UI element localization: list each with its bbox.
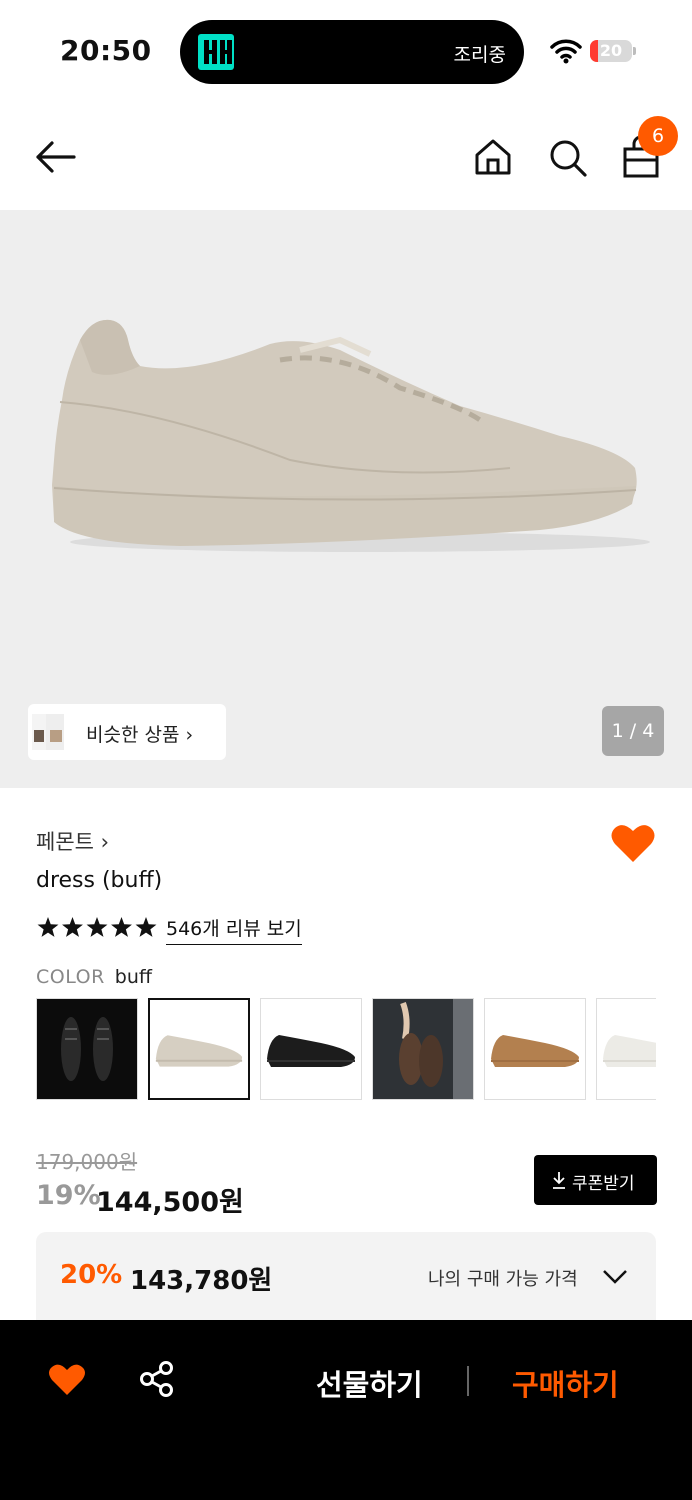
product-name: dress (buff) — [36, 868, 163, 893]
product-image — [52, 319, 650, 552]
dynamic-island[interactable]: 조리중 — [180, 20, 524, 84]
app-logo-icon — [198, 34, 234, 70]
color-value: buff — [114, 966, 152, 988]
product-image-gallery[interactable]: 비슷한 상품 › 1 / 4 — [0, 210, 692, 788]
my-price-label: 나의 구매 가능 가격 — [428, 1269, 578, 1290]
color-swatch-white[interactable] — [596, 998, 656, 1100]
wishlist-heart-icon[interactable] — [48, 1362, 86, 1398]
island-status-text: 조리중 — [453, 44, 506, 66]
share-icon[interactable] — [138, 1360, 176, 1398]
back-arrow-icon[interactable] — [34, 140, 78, 174]
chevron-right-icon: › — [185, 724, 194, 746]
home-icon[interactable] — [474, 138, 512, 176]
download-icon — [553, 1172, 565, 1189]
coupon-button-label: 쿠폰받기 — [572, 1174, 635, 1194]
cart-count-badge: 6 — [638, 116, 678, 156]
color-label: COLOR — [36, 966, 105, 988]
color-swatch-tan[interactable] — [484, 998, 586, 1100]
similar-products-thumbnail — [32, 714, 64, 750]
search-icon[interactable] — [548, 138, 588, 178]
battery-icon: 20 — [590, 40, 636, 62]
my-discount-rate: 20% — [60, 1260, 123, 1290]
rating-stars — [37, 917, 157, 937]
color-row: COLOR buff — [36, 966, 152, 988]
star-icon — [62, 917, 83, 937]
like-heart-icon[interactable] — [610, 822, 656, 866]
color-swatch-buff[interactable] — [148, 998, 250, 1100]
brand-name: 페몬트 — [36, 830, 94, 854]
buy-button[interactable]: 구매하기 — [512, 1362, 619, 1404]
star-icon — [37, 917, 59, 937]
top-navigation — [0, 104, 692, 210]
similar-products-label: 비슷한 상품 — [86, 724, 180, 746]
chevron-down-icon — [603, 1270, 627, 1284]
original-price: 179,000원 — [36, 1150, 138, 1174]
image-counter: 1 / 4 — [602, 706, 664, 756]
review-link[interactable]: 546개 리뷰 보기 — [166, 914, 302, 945]
my-price: 143,780원 — [130, 1266, 273, 1296]
wifi-icon — [550, 39, 582, 64]
coupon-download-button[interactable]: 쿠폰받기 — [534, 1155, 657, 1205]
similar-products-button[interactable]: 비슷한 상품 › — [28, 704, 226, 760]
battery-level: 20 — [599, 41, 623, 60]
color-swatch-black[interactable] — [260, 998, 362, 1100]
status-time: 20:50 — [60, 34, 152, 67]
sale-price: 144,500원 — [96, 1187, 244, 1218]
color-swatch-list — [36, 998, 656, 1102]
brand-link[interactable]: 페몬트 › — [36, 826, 109, 856]
status-bar: 20:50 조리중 20 — [0, 0, 692, 104]
star-icon — [135, 917, 157, 937]
chevron-right-icon: › — [100, 830, 110, 854]
color-swatch-black-lifestyle[interactable] — [36, 998, 138, 1100]
gift-button[interactable]: 선물하기 — [316, 1362, 423, 1404]
discount-rate: 19% — [36, 1180, 101, 1211]
color-swatch-brown-lifestyle[interactable] — [372, 998, 474, 1100]
my-price-panel[interactable]: 20% 143,780원 나의 구매 가능 가격 — [36, 1232, 656, 1320]
bottom-action-bar: 선물하기 구매하기 — [0, 1320, 692, 1500]
divider — [467, 1366, 469, 1396]
star-icon — [86, 917, 108, 937]
star-icon — [111, 917, 132, 937]
